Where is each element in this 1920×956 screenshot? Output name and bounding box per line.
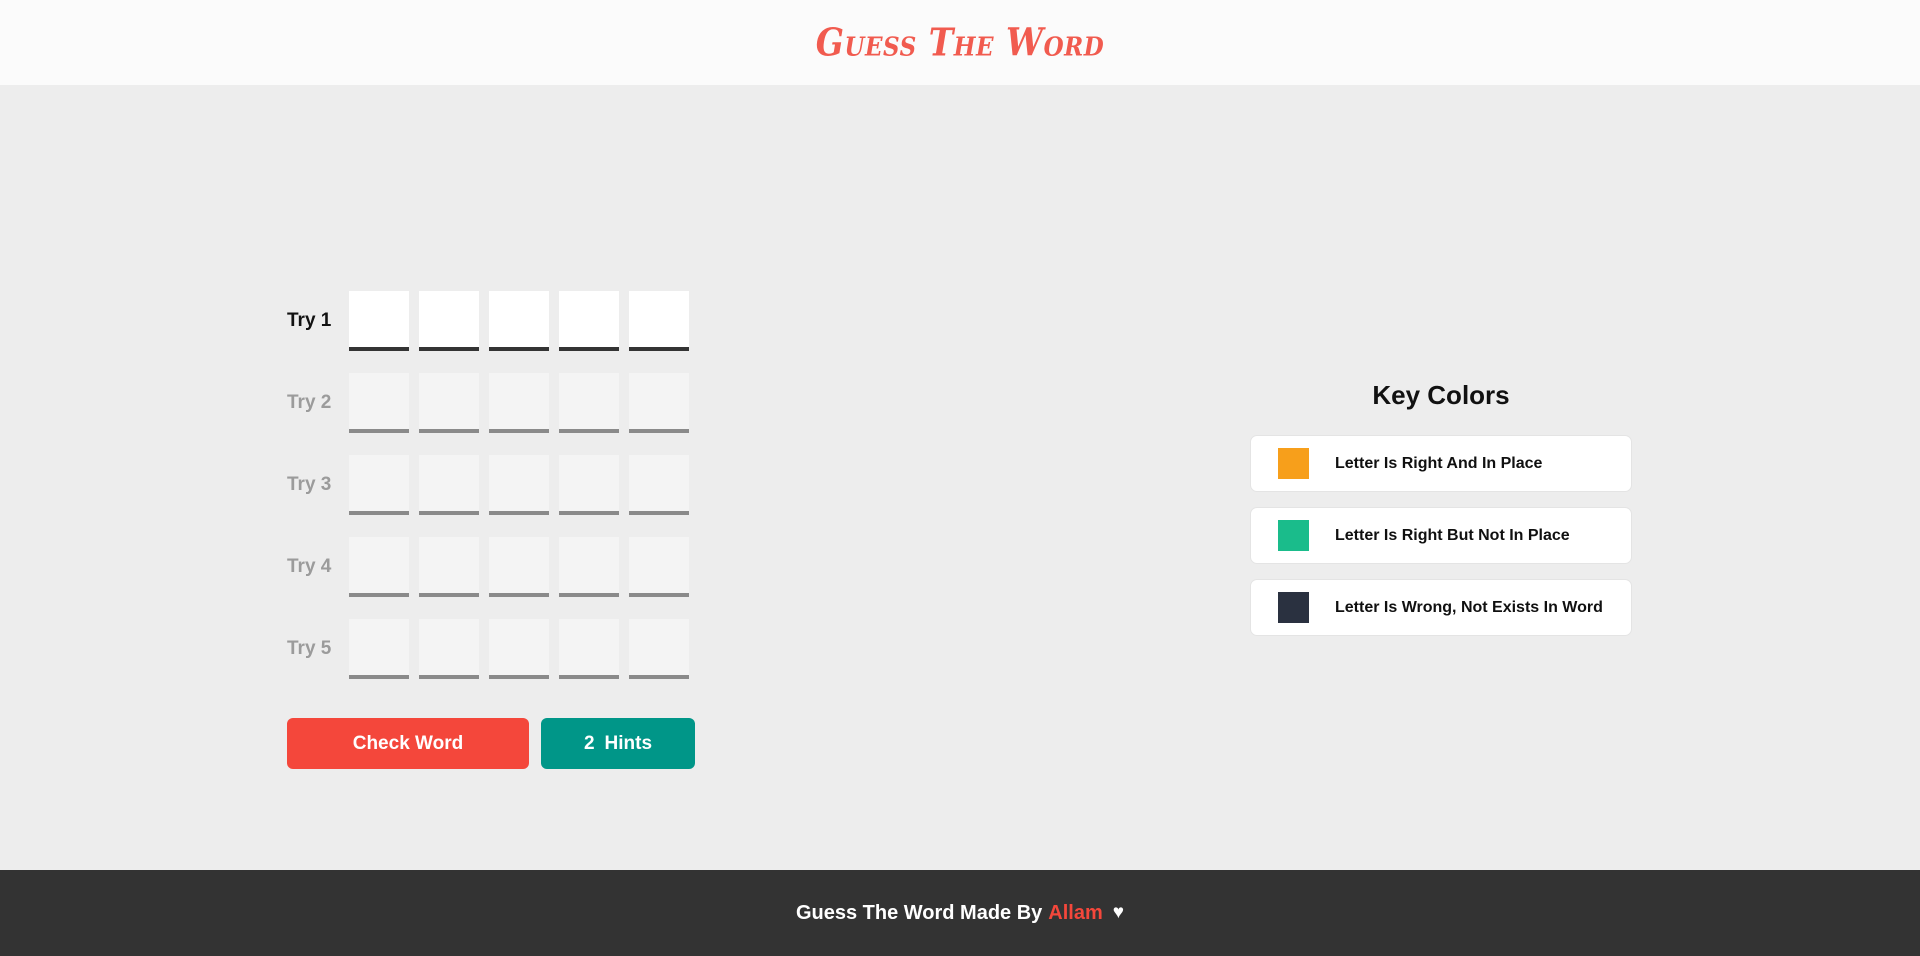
key-colors-label: Letter Is Right And In Place — [1335, 454, 1543, 472]
try-row: Try 5 — [287, 608, 689, 690]
try-row: Try 2 — [287, 362, 689, 444]
try-label: Try 1 — [287, 310, 332, 331]
letter-cells — [349, 619, 689, 679]
try-row: Try 4 — [287, 526, 689, 608]
main-content: Try 1 Try 2 Try 3 Try 4 Try 5 Check Word 2 H… — [0, 85, 1920, 870]
letter-input — [419, 455, 479, 515]
letter-input — [489, 537, 549, 597]
letter-cells — [349, 291, 689, 351]
letter-input — [629, 455, 689, 515]
key-colors-label: Letter Is Right But Not In Place — [1335, 526, 1570, 544]
try-label: Try 3 — [287, 474, 332, 495]
hints-count: 2 — [583, 732, 595, 754]
key-colors-list: Letter Is Right And In Place Letter Is Ri… — [1250, 435, 1632, 636]
game-controls: Check Word 2 Hints — [287, 718, 695, 769]
key-colors-panel: Key Colors Letter Is Right And In Place L… — [1250, 380, 1632, 651]
letter-input — [559, 373, 619, 433]
letter-input — [489, 455, 549, 515]
letter-input — [629, 537, 689, 597]
letter-input[interactable] — [489, 291, 549, 351]
check-word-button[interactable]: Check Word — [287, 718, 529, 769]
letter-input — [489, 619, 549, 679]
key-colors-item: Letter Is Right And In Place — [1250, 435, 1632, 492]
try-label: Try 2 — [287, 392, 332, 413]
letter-input — [559, 455, 619, 515]
letter-input — [559, 537, 619, 597]
letter-input — [419, 619, 479, 679]
letter-input — [349, 619, 409, 679]
letter-input[interactable] — [349, 291, 409, 351]
letter-input — [559, 619, 619, 679]
key-colors-title: Key Colors — [1372, 380, 1510, 410]
try-row: Try 3 — [287, 444, 689, 526]
try-label: Try 5 — [287, 638, 332, 659]
site-header: Guess The Word — [0, 0, 1920, 85]
letter-cells — [349, 373, 689, 433]
heart-icon: ♥ — [1112, 902, 1125, 923]
hints-button[interactable]: 2 Hints — [541, 718, 695, 769]
color-swatch-icon — [1278, 520, 1309, 551]
key-colors-label: Letter Is Wrong, Not Exists In Word — [1335, 598, 1603, 616]
letter-input — [629, 373, 689, 433]
guess-grid: Try 1 Try 2 Try 3 Try 4 Try 5 — [287, 280, 689, 690]
letter-input — [419, 537, 479, 597]
letter-cells — [349, 455, 689, 515]
letter-input — [629, 619, 689, 679]
letter-input — [349, 537, 409, 597]
color-swatch-icon — [1278, 448, 1309, 479]
site-footer: Guess The Word Made By Allam ♥ — [0, 870, 1920, 956]
key-colors-item: Letter Is Right But Not In Place — [1250, 507, 1632, 564]
letter-cells — [349, 537, 689, 597]
letter-input — [419, 373, 479, 433]
try-row: Try 1 — [287, 280, 689, 362]
footer-author: Allam — [1048, 901, 1103, 924]
color-swatch-icon — [1278, 592, 1309, 623]
letter-input — [349, 373, 409, 433]
footer-text: Guess The Word Made By — [795, 901, 1043, 924]
try-label: Try 4 — [287, 556, 332, 577]
letter-input — [489, 373, 549, 433]
key-colors-item: Letter Is Wrong, Not Exists In Word — [1250, 579, 1632, 636]
hints-label: Hints — [604, 732, 653, 754]
letter-input[interactable] — [559, 291, 619, 351]
letter-input[interactable] — [419, 291, 479, 351]
page-title: Guess The Word — [815, 20, 1105, 65]
letter-input[interactable] — [629, 291, 689, 351]
letter-input — [349, 455, 409, 515]
